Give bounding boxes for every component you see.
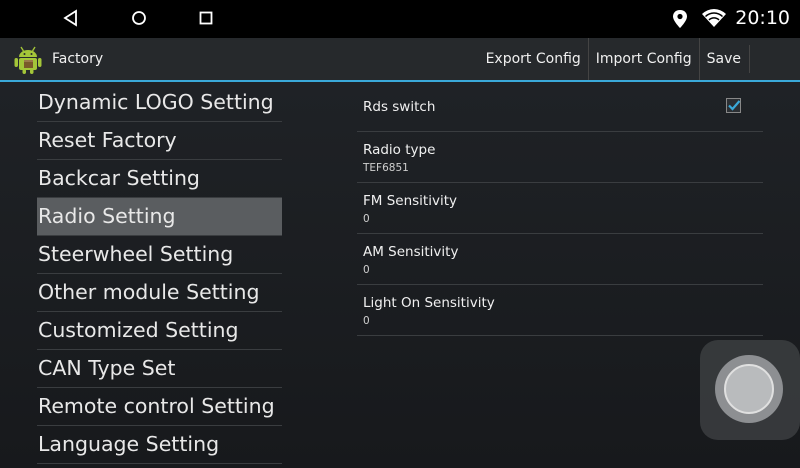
rds-switch-label: Rds switch: [363, 99, 436, 115]
status-time: 20:10: [735, 7, 790, 29]
export-config-button[interactable]: Export Config: [479, 38, 588, 80]
back-icon[interactable]: [62, 9, 80, 31]
light-on-sensitivity-value: 0: [363, 315, 370, 327]
floating-touch-button[interactable]: [700, 340, 800, 440]
rds-switch-row[interactable]: Rds switch: [357, 82, 763, 132]
app-title: Factory: [52, 51, 104, 67]
rds-switch-checkbox[interactable]: [726, 98, 741, 113]
floating-button-core: [724, 364, 774, 414]
wifi-icon: [701, 8, 727, 32]
action-bar: Factory Export Config Import Config Save: [0, 38, 800, 82]
radio-type-value: TEF6851: [363, 162, 409, 174]
light-on-sensitivity-label: Light On Sensitivity: [363, 295, 495, 311]
fm-sensitivity-row[interactable]: FM Sensitivity 0: [357, 183, 763, 234]
home-icon[interactable]: [130, 9, 148, 31]
menu-item-can-type[interactable]: CAN Type Set: [37, 350, 282, 388]
radio-type-row[interactable]: Radio type TEF6851: [357, 132, 763, 183]
action-divider: [749, 45, 750, 73]
location-icon: [671, 9, 689, 33]
save-button[interactable]: Save: [698, 38, 748, 80]
action-items: Export Config Import Config Save: [479, 38, 748, 80]
radio-type-label: Radio type: [363, 142, 436, 158]
radio-settings-list: Rds switch Radio type TEF6851 FM Sensiti…: [357, 82, 763, 336]
menu-item-dynamic-logo[interactable]: Dynamic LOGO Setting: [37, 84, 282, 122]
fm-sensitivity-label: FM Sensitivity: [363, 193, 457, 209]
settings-menu: Dynamic LOGO Setting Reset Factory Backc…: [37, 84, 282, 464]
am-sensitivity-label: AM Sensitivity: [363, 244, 459, 260]
import-config-button[interactable]: Import Config: [587, 38, 699, 80]
recents-icon[interactable]: [197, 9, 215, 31]
menu-item-radio[interactable]: Radio Setting: [37, 198, 282, 236]
menu-item-steerwheel[interactable]: Steerwheel Setting: [37, 236, 282, 274]
floating-button-ring: [715, 355, 783, 423]
fm-sensitivity-value: 0: [363, 213, 370, 225]
menu-item-customized[interactable]: Customized Setting: [37, 312, 282, 350]
check-icon: [728, 100, 741, 111]
menu-item-other-module[interactable]: Other module Setting: [37, 274, 282, 312]
am-sensitivity-row[interactable]: AM Sensitivity 0: [357, 234, 763, 285]
menu-item-reset-factory[interactable]: Reset Factory: [37, 122, 282, 160]
status-bar: 20:10: [0, 0, 800, 38]
android-icon: [12, 44, 44, 80]
menu-item-remote-control[interactable]: Remote control Setting: [37, 388, 282, 426]
menu-item-language[interactable]: Language Setting: [37, 426, 282, 464]
content-area: Dynamic LOGO Setting Reset Factory Backc…: [0, 82, 800, 468]
am-sensitivity-value: 0: [363, 264, 370, 276]
menu-item-backcar[interactable]: Backcar Setting: [37, 160, 282, 198]
light-on-sensitivity-row[interactable]: Light On Sensitivity 0: [357, 285, 763, 336]
